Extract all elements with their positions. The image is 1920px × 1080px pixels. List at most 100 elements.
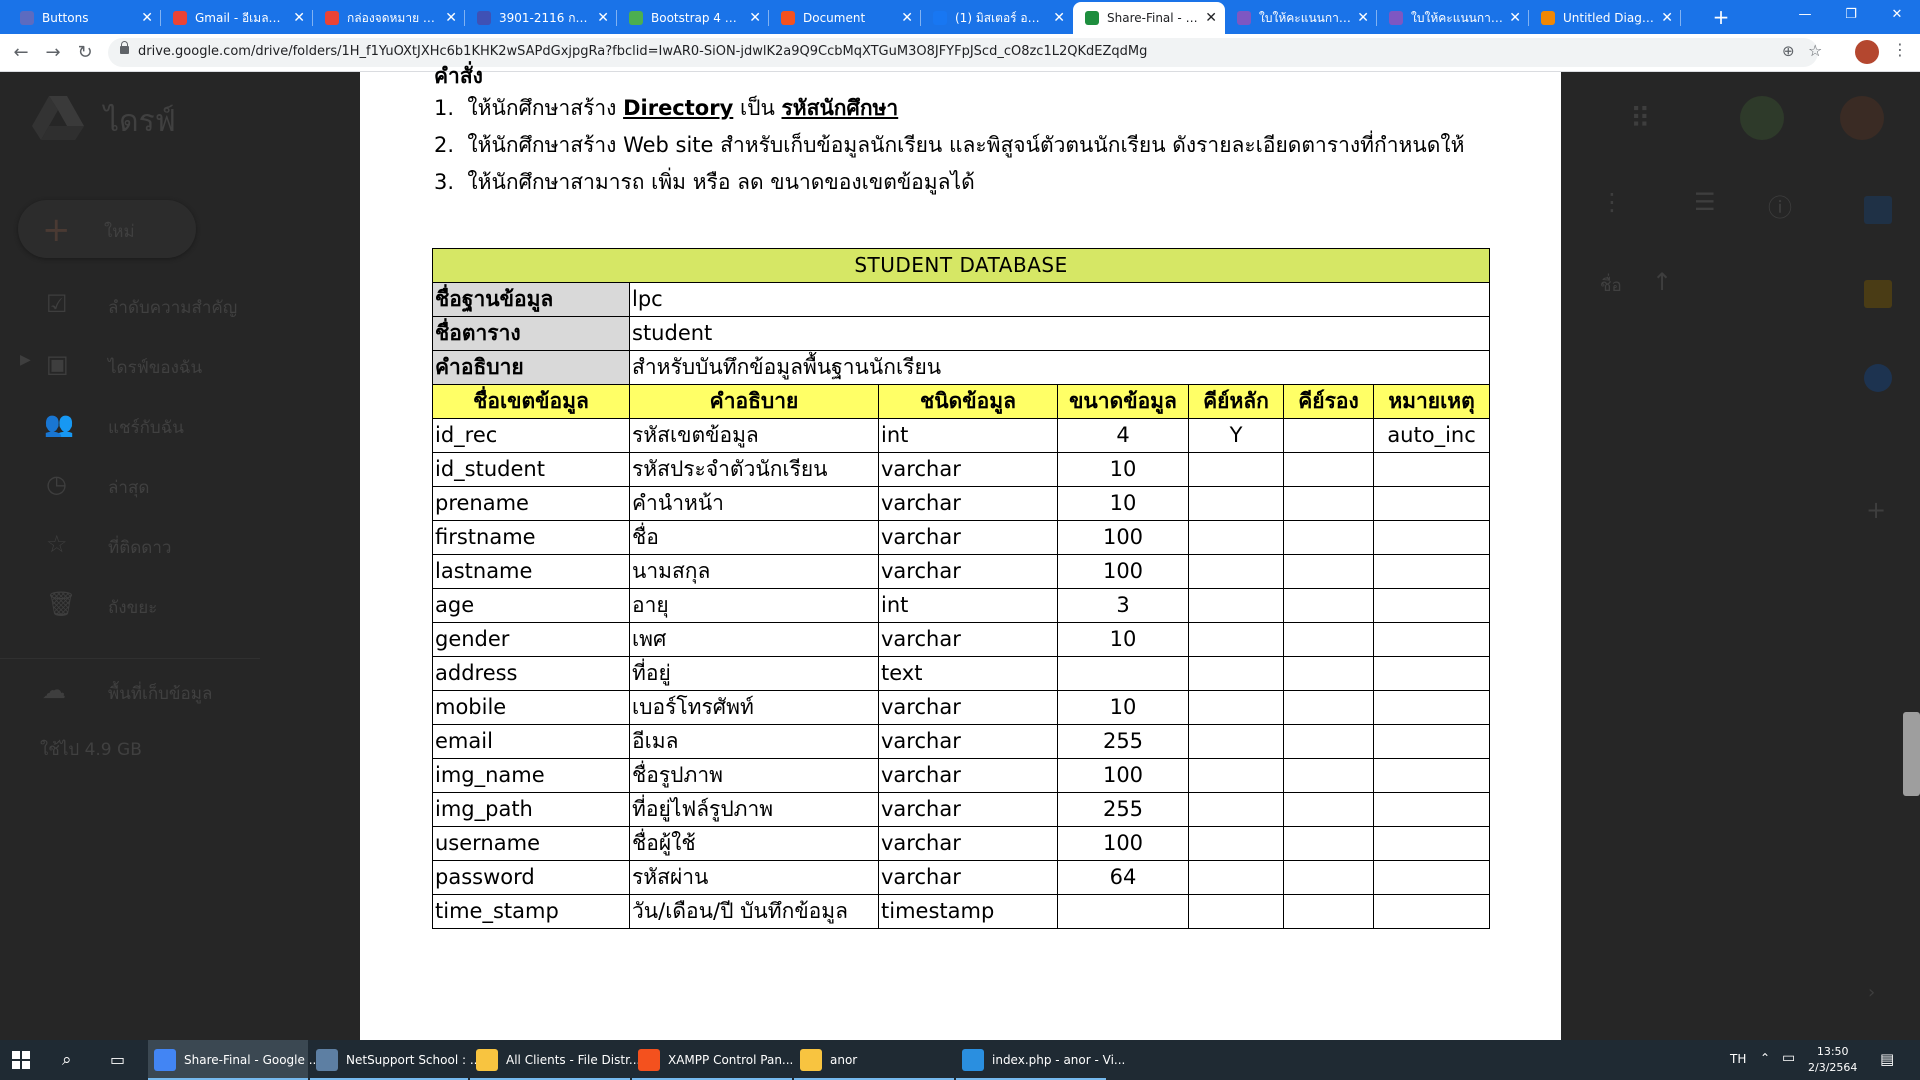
scrollbar-thumb[interactable] bbox=[1903, 712, 1920, 796]
list-view-icon[interactable]: ☰ bbox=[1694, 188, 1716, 216]
search-icon[interactable]: ⌕ bbox=[62, 1050, 72, 1070]
browser-tab[interactable]: Bootstrap 4 Get Started ✕ bbox=[617, 2, 769, 34]
taskbar-app[interactable]: NetSupport School : ... bbox=[310, 1040, 481, 1080]
table-cell: address bbox=[432, 656, 630, 691]
bookmark-star-icon[interactable]: ☆ bbox=[1808, 41, 1822, 60]
address-bar[interactable]: drive.google.com/drive/folders/1H_f1YuOX… bbox=[108, 38, 1822, 67]
info-icon[interactable]: ⓘ bbox=[1768, 188, 1792, 223]
nav-my-drive[interactable]: ไดรฟ์ของฉัน bbox=[108, 354, 202, 381]
account-avatar[interactable] bbox=[1840, 96, 1884, 140]
sort-name-label[interactable]: ชื่อ bbox=[1600, 272, 1622, 299]
table-cell bbox=[1372, 860, 1491, 895]
tab-close-icon[interactable]: ✕ bbox=[1509, 10, 1521, 26]
close-window-button[interactable]: ✕ bbox=[1874, 0, 1920, 30]
starred-icon[interactable]: ☆ bbox=[46, 530, 68, 558]
taskbar-app[interactable]: Share-Final - Google ... bbox=[148, 1040, 320, 1080]
tasks-icon[interactable] bbox=[1864, 364, 1892, 392]
taskbar-app[interactable]: All Clients - File Distr... bbox=[470, 1040, 640, 1080]
table-cell: int bbox=[878, 418, 1058, 453]
tab-close-icon[interactable]: ✕ bbox=[901, 10, 913, 26]
cloud-icon[interactable]: ☁ bbox=[42, 676, 66, 704]
taskbar-app[interactable]: anor bbox=[794, 1040, 954, 1080]
meta-key: ชื่อฐานข้อมูล bbox=[432, 282, 630, 317]
more-options-icon[interactable]: ⋮ bbox=[1600, 188, 1624, 216]
calendar-icon[interactable] bbox=[1864, 196, 1892, 224]
netsupport-icon bbox=[316, 1049, 338, 1071]
browser-tab-strip: Buttons✕Gmail - อีเมลจาก Google✕กล่องจดห… bbox=[0, 0, 1920, 34]
tab-close-icon[interactable]: ✕ bbox=[597, 10, 609, 26]
tab-close-icon[interactable]: ✕ bbox=[1205, 10, 1217, 26]
forward-icon[interactable]: → bbox=[40, 40, 66, 66]
browser-tab[interactable]: Buttons ✕ bbox=[8, 2, 161, 34]
my-drive-icon[interactable]: ▣ bbox=[46, 350, 69, 378]
browser-tab[interactable]: Share-Final - Google Drive ✕ bbox=[1073, 2, 1225, 34]
nav-starred[interactable]: ที่ติดดาว bbox=[108, 534, 171, 561]
browser-tab[interactable]: Untitled Diagram ✕ bbox=[1529, 2, 1681, 34]
add-addon-icon[interactable]: + bbox=[1866, 496, 1886, 524]
new-tab-button[interactable]: + bbox=[1708, 4, 1734, 30]
browser-tab[interactable]: กล่องจดหมาย (2) - Gmail ✕ bbox=[313, 2, 465, 34]
tab-close-icon[interactable]: ✕ bbox=[141, 10, 153, 26]
tab-close-icon[interactable]: ✕ bbox=[1661, 10, 1673, 26]
nav-shared[interactable]: แชร์กับฉัน bbox=[108, 414, 184, 441]
tab-label: Gmail - อีเมลจาก Google bbox=[195, 10, 288, 25]
apps-grid-icon[interactable]: ⠿ bbox=[1630, 102, 1651, 135]
tab-label: Buttons bbox=[42, 11, 89, 25]
table-cell bbox=[1372, 520, 1491, 555]
keep-icon[interactable] bbox=[1864, 280, 1892, 308]
zoom-icon[interactable]: ⊕ bbox=[1782, 42, 1795, 60]
vscode-icon bbox=[962, 1049, 984, 1071]
recent-icon[interactable]: ◷ bbox=[46, 470, 67, 498]
table-cell: 3 bbox=[1057, 588, 1189, 623]
profile-avatar[interactable] bbox=[1855, 40, 1879, 64]
reload-icon[interactable]: ↻ bbox=[72, 40, 98, 66]
minimize-button[interactable]: — bbox=[1782, 0, 1828, 30]
lock-icon[interactable] bbox=[120, 41, 129, 54]
network-icon[interactable]: ▭ bbox=[1782, 1050, 1795, 1066]
trash-icon[interactable]: 🗑 bbox=[46, 590, 76, 618]
table-cell bbox=[1372, 690, 1491, 725]
table-title-row: STUDENT DATABASE bbox=[431, 248, 1491, 283]
language-indicator[interactable]: TH bbox=[1730, 1052, 1746, 1066]
windows-start-icon[interactable] bbox=[12, 1051, 30, 1069]
browser-tab[interactable]: ใบให้คะแนนการสอบ ✕ bbox=[1377, 2, 1529, 34]
tab-close-icon[interactable]: ✕ bbox=[1053, 10, 1065, 26]
shared-icon[interactable]: 👥 bbox=[44, 410, 74, 438]
system-clock[interactable]: 13:50 2/3/2564 bbox=[1808, 1044, 1857, 1076]
table-cell bbox=[1188, 792, 1284, 827]
taskbar-app[interactable]: index.php - anor - Vi... bbox=[956, 1040, 1125, 1080]
nav-recent[interactable]: ล่าสุด bbox=[108, 474, 149, 501]
sort-arrow-icon[interactable]: ↑ bbox=[1652, 268, 1672, 296]
tab-close-icon[interactable]: ✕ bbox=[445, 10, 457, 26]
expand-arrow-icon[interactable]: ▶ bbox=[20, 352, 31, 368]
table-cell: gender bbox=[432, 622, 630, 657]
side-panel-toggle-icon[interactable]: › bbox=[1868, 982, 1875, 1003]
table-cell: เพศ bbox=[629, 622, 879, 657]
url-text[interactable]: drive.google.com/drive/folders/1H_f1YuOX… bbox=[138, 44, 1147, 59]
table-cell bbox=[1188, 486, 1284, 521]
restore-button[interactable]: ❐ bbox=[1828, 0, 1874, 30]
new-button[interactable]: + ใหม่ bbox=[18, 200, 196, 258]
tab-close-icon[interactable]: ✕ bbox=[1357, 10, 1369, 26]
task-view-icon[interactable]: ▭ bbox=[110, 1050, 125, 1069]
tray-chevron-icon[interactable]: ⌃ bbox=[1760, 1051, 1770, 1065]
table-cell bbox=[1188, 554, 1284, 589]
browser-tab[interactable]: Gmail - อีเมลจาก Google ✕ bbox=[161, 2, 313, 34]
table-cell: varchar bbox=[878, 724, 1058, 759]
priority-icon[interactable]: ☑ bbox=[46, 290, 68, 318]
tab-close-icon[interactable]: ✕ bbox=[293, 10, 305, 26]
table-cell bbox=[1188, 724, 1284, 759]
browser-tab[interactable]: Document ✕ bbox=[769, 2, 921, 34]
nav-priority[interactable]: ลำดับความสำคัญ bbox=[108, 294, 237, 321]
nav-trash[interactable]: ถังขยะ bbox=[108, 594, 157, 621]
nav-storage[interactable]: พื้นที่เก็บข้อมูล bbox=[108, 680, 212, 707]
browser-tab[interactable]: ใบให้คะแนนการสอบ ✕ bbox=[1225, 2, 1377, 34]
back-icon[interactable]: ← bbox=[8, 40, 34, 66]
browser-tab[interactable]: 3901-2116 การพัฒนา ✕ bbox=[465, 2, 617, 34]
browser-menu-icon[interactable]: ⋮ bbox=[1892, 40, 1908, 59]
taskbar-app[interactable]: XAMPP Control Pan... bbox=[632, 1040, 793, 1080]
tab-close-icon[interactable]: ✕ bbox=[749, 10, 761, 26]
instruction-1: 1. ให้นักศึกษาสร้าง Directory เป็น รหัสน… bbox=[434, 92, 898, 125]
browser-tab[interactable]: (1) มิสเตอร์ อนุสรณ์ ✕ bbox=[921, 2, 1073, 34]
notification-icon[interactable]: ▤ bbox=[1880, 1050, 1894, 1068]
